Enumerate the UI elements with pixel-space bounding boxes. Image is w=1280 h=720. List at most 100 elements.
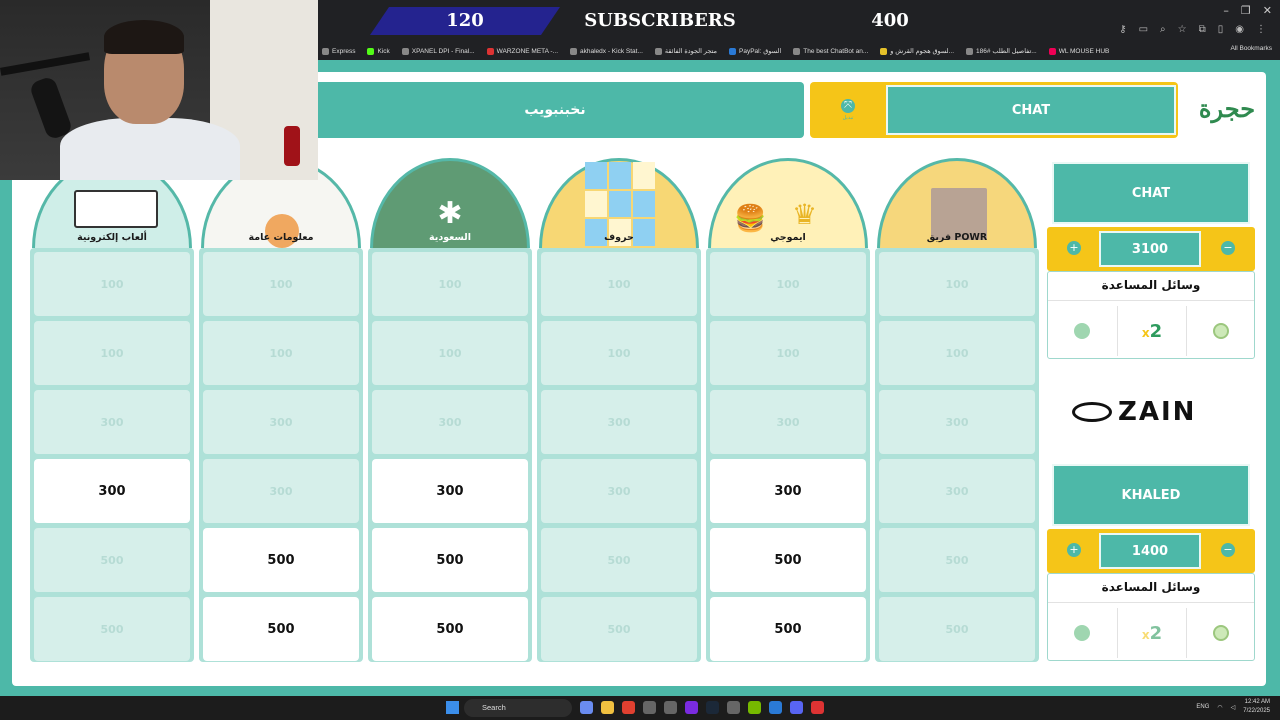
question-cell[interactable]: 500 bbox=[372, 528, 528, 592]
bookmark-favicon-icon bbox=[401, 47, 409, 55]
app-icon[interactable] bbox=[811, 701, 824, 714]
game-logo: حجرة bbox=[1198, 94, 1256, 123]
bookmark-item[interactable]: Kick bbox=[367, 47, 390, 55]
double-points-helper[interactable]: x2 bbox=[1118, 608, 1186, 658]
kick-icon[interactable] bbox=[685, 701, 698, 714]
chrome-icon[interactable] bbox=[622, 701, 635, 714]
app-icon[interactable] bbox=[664, 701, 677, 714]
question-cell[interactable]: 300 bbox=[710, 459, 866, 523]
team-2-helpers: وسائل المساعدة x2 bbox=[1047, 573, 1255, 661]
menu-icon[interactable]: ⋮ bbox=[1256, 24, 1266, 35]
call-friend-icon bbox=[1074, 323, 1090, 339]
question-cell: 500 bbox=[879, 528, 1035, 592]
question-cell[interactable]: 500 bbox=[203, 597, 359, 661]
call-friend-helper[interactable] bbox=[1048, 608, 1116, 658]
team-2-score-row: + 1400 − bbox=[1047, 529, 1255, 573]
microphone-icon bbox=[28, 75, 74, 141]
question-cell[interactable]: 500 bbox=[710, 597, 866, 661]
team-2-minus-button[interactable]: − bbox=[1221, 543, 1235, 557]
volume-icon[interactable]: ◁ bbox=[1231, 704, 1236, 711]
maximize-icon[interactable]: ❐ bbox=[1241, 4, 1251, 17]
vscode-icon[interactable] bbox=[769, 701, 782, 714]
taskbar-search[interactable]: Search bbox=[464, 699, 572, 717]
question-cell[interactable]: 500 bbox=[203, 528, 359, 592]
bookmark-favicon-icon bbox=[966, 47, 974, 55]
bookmark-favicon-icon bbox=[1048, 47, 1056, 55]
steam-icon[interactable] bbox=[706, 701, 719, 714]
team-1-minus-button[interactable]: − bbox=[1221, 241, 1235, 255]
nvidia-icon[interactable] bbox=[748, 701, 761, 714]
bookmark-item[interactable]: WL MOUSE HUB bbox=[1048, 47, 1109, 55]
question-cell: 100 bbox=[879, 321, 1035, 385]
close-icon[interactable]: ✕ bbox=[1263, 4, 1272, 17]
question-cell: 100 bbox=[372, 252, 528, 316]
timer-icon bbox=[1213, 625, 1229, 641]
file-explorer-icon[interactable] bbox=[601, 701, 614, 714]
helpers-title: وسائل المساعدة bbox=[1101, 278, 1201, 292]
window-controls: – ❐ ✕ bbox=[1223, 4, 1272, 17]
taskbar: Search ENG ◠ ◁ 12:42 AM 7/22/2025 bbox=[0, 696, 1280, 720]
profile-icon[interactable]: ◉ bbox=[1235, 24, 1244, 35]
bookmark-item[interactable]: The best ChatBot an... bbox=[793, 47, 868, 55]
question-cell: 300 bbox=[34, 390, 190, 454]
double-points-helper[interactable]: x2 bbox=[1118, 306, 1186, 356]
language-indicator[interactable]: ENG bbox=[1196, 704, 1209, 710]
question-cell: 300 bbox=[203, 390, 359, 454]
streamer-hair bbox=[104, 20, 184, 54]
bookmark-item[interactable]: Express bbox=[322, 47, 355, 55]
question-cell[interactable]: 500 bbox=[372, 597, 528, 661]
extensions-icon[interactable]: ⧉ bbox=[1199, 24, 1206, 35]
split-icon[interactable]: ▯ bbox=[1218, 24, 1224, 35]
windows-start-icon[interactable] bbox=[446, 701, 459, 714]
category-emoji: 🍔 ♛ ايموجي bbox=[708, 158, 868, 248]
zain-swirl-icon bbox=[1072, 402, 1112, 422]
helpers-title: وسائل المساعدة bbox=[1101, 580, 1201, 594]
bookmark-item[interactable]: متجر الجودة الفائقة bbox=[654, 47, 717, 55]
timer-helper[interactable] bbox=[1187, 306, 1255, 356]
bookmark-favicon-icon bbox=[654, 47, 662, 55]
question-cell: 500 bbox=[34, 528, 190, 592]
question-cell: 100 bbox=[541, 321, 697, 385]
webcam-overlay bbox=[0, 0, 318, 180]
bookmark-favicon-icon bbox=[729, 47, 737, 55]
bookmark-item[interactable]: XPANEL DPI - Final... bbox=[401, 47, 475, 55]
cast-icon[interactable]: ▭ bbox=[1139, 24, 1148, 35]
bookmark-favicon-icon bbox=[793, 47, 801, 55]
password-key-icon[interactable]: ⚷ bbox=[1119, 24, 1126, 35]
all-bookmarks-link[interactable]: All Bookmarks bbox=[1230, 45, 1272, 52]
swap-turn-button[interactable]: ⤧ تبديل bbox=[818, 92, 878, 128]
app-icon[interactable] bbox=[727, 701, 740, 714]
bookmark-item[interactable]: akhaledx - Kick Stat... bbox=[570, 47, 643, 55]
zoom-icon[interactable]: ⌕ bbox=[1160, 24, 1166, 35]
discord-icon[interactable] bbox=[790, 701, 803, 714]
wifi-icon[interactable]: ◠ bbox=[1217, 704, 1222, 711]
minimize-icon[interactable]: – bbox=[1223, 4, 1229, 17]
team-2-plus-button[interactable]: + bbox=[1067, 543, 1081, 557]
game-controller-icon bbox=[74, 190, 158, 228]
copilot-icon[interactable] bbox=[580, 701, 593, 714]
store-icon[interactable] bbox=[643, 701, 656, 714]
bookmark-item[interactable]: تفاصيل الطلب #186... bbox=[966, 47, 1037, 55]
swap-icon: ⤧ bbox=[841, 99, 855, 113]
screen: 120 SUBSCRIBERS 400 – ❐ ✕ ⚷ ▭ ⌕ ☆ ⧉ ▯ ◉ … bbox=[0, 0, 1280, 720]
call-friend-helper[interactable] bbox=[1048, 306, 1116, 356]
star-icon[interactable]: ☆ bbox=[1178, 24, 1187, 35]
question-cell[interactable]: 300 bbox=[34, 459, 190, 523]
question-cell: 300 bbox=[372, 390, 528, 454]
category-label: ألعاب إلكترونية bbox=[77, 232, 147, 243]
question-cell[interactable]: 300 bbox=[372, 459, 528, 523]
team-1-score-row: + 3100 − bbox=[1047, 227, 1255, 271]
bookmark-item[interactable]: لسوق هجوم القرش و... bbox=[880, 47, 954, 55]
subscriber-goal: 400 bbox=[871, 10, 909, 31]
question-cell: 100 bbox=[710, 321, 866, 385]
team-1-helpers: وسائل المساعدة x2 bbox=[1047, 271, 1255, 359]
team-1-plus-button[interactable]: + bbox=[1067, 241, 1081, 255]
clock[interactable]: 12:42 AM 7/22/2025 bbox=[1243, 698, 1270, 716]
bookmark-item[interactable]: PayPal: السوق bbox=[729, 47, 781, 55]
sponsor-name: ZAIN bbox=[1118, 397, 1197, 427]
bookmark-item[interactable]: WARZONE META -... bbox=[486, 47, 558, 55]
timer-helper[interactable] bbox=[1187, 608, 1255, 658]
question-cell[interactable]: 500 bbox=[710, 528, 866, 592]
address-bar-icons: ⚷ ▭ ⌕ ☆ ⧉ ▯ ◉ ⋮ bbox=[1119, 24, 1266, 35]
question-cell: 500 bbox=[541, 528, 697, 592]
